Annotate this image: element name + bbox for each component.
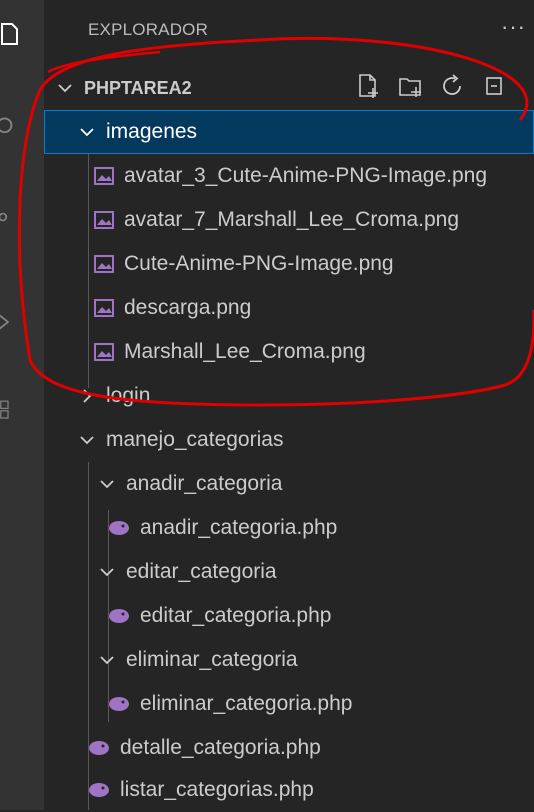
chevron-down-icon bbox=[100, 568, 114, 577]
activity-bar bbox=[0, 0, 44, 810]
folder-imagenes[interactable]: imagenes bbox=[44, 110, 534, 154]
file-item[interactable]: Marshall_Lee_Croma.png bbox=[44, 330, 534, 374]
file-item[interactable]: avatar_3_Cute-Anime-PNG-Image.png bbox=[44, 154, 534, 198]
file-item[interactable]: anadir_categoria.php bbox=[44, 506, 534, 550]
php-file-icon bbox=[89, 783, 109, 797]
collapse-all-icon[interactable] bbox=[482, 72, 508, 100]
extensions-icon[interactable] bbox=[0, 400, 20, 424]
chevron-down-icon bbox=[80, 128, 94, 137]
file-label: avatar_3_Cute-Anime-PNG-Image.png bbox=[124, 164, 488, 187]
image-file-icon bbox=[94, 211, 114, 229]
file-label: descarga.png bbox=[124, 296, 252, 319]
chevron-down-icon bbox=[80, 436, 94, 445]
folder-editar-categoria[interactable]: editar_categoria bbox=[44, 550, 534, 594]
new-file-icon[interactable] bbox=[356, 72, 382, 100]
php-file-icon bbox=[109, 697, 129, 711]
run-debug-icon[interactable] bbox=[0, 310, 20, 334]
php-file-icon bbox=[89, 741, 109, 755]
file-label: detalle_categoria.php bbox=[120, 736, 321, 759]
explorer-actions bbox=[356, 72, 508, 100]
search-icon[interactable] bbox=[0, 115, 20, 139]
explorer-title: EXPLORADOR bbox=[88, 20, 209, 39]
php-file-icon bbox=[109, 521, 129, 535]
file-label: eliminar_categoria.php bbox=[140, 692, 353, 715]
folder-label: manejo_categorias bbox=[106, 428, 284, 451]
folder-login[interactable]: login bbox=[44, 374, 534, 418]
folder-label: imagenes bbox=[106, 120, 198, 143]
file-item[interactable]: detalle_categoria.php bbox=[44, 726, 534, 770]
more-actions-button[interactable]: ··· bbox=[501, 14, 526, 40]
file-label: editar_categoria.php bbox=[140, 604, 332, 627]
image-file-icon bbox=[94, 299, 114, 317]
file-item[interactable]: eliminar_categoria.php bbox=[44, 682, 534, 726]
file-label: Marshall_Lee_Croma.png bbox=[124, 340, 366, 363]
explorer-header: EXPLORADOR ··· bbox=[44, 0, 534, 64]
file-label: avatar_7_Marshall_Lee_Croma.png bbox=[124, 208, 460, 231]
chevron-right-icon bbox=[83, 389, 92, 403]
image-file-icon bbox=[94, 167, 114, 185]
chevron-down-icon bbox=[58, 84, 72, 93]
image-file-icon bbox=[94, 255, 114, 273]
files-icon[interactable] bbox=[0, 22, 24, 46]
new-folder-icon[interactable] bbox=[398, 72, 424, 100]
file-item[interactable]: avatar_7_Marshall_Lee_Croma.png bbox=[44, 198, 534, 242]
file-label: listar_categorias.php bbox=[120, 778, 314, 801]
project-name: PHPTAREA2 bbox=[84, 77, 192, 98]
folder-label: anadir_categoria bbox=[126, 472, 283, 495]
folder-anadir-categoria[interactable]: anadir_categoria bbox=[44, 462, 534, 506]
project-root-folder[interactable]: PHPTAREA2 bbox=[44, 66, 534, 110]
source-control-icon[interactable] bbox=[0, 205, 20, 229]
folder-label: login bbox=[106, 384, 151, 407]
file-item[interactable]: listar_categorias.php bbox=[44, 768, 534, 812]
file-label: anadir_categoria.php bbox=[140, 516, 338, 539]
folder-eliminar-categoria[interactable]: eliminar_categoria bbox=[44, 638, 534, 682]
file-item[interactable]: Cute-Anime-PNG-Image.png bbox=[44, 242, 534, 286]
folder-manejo-categorias[interactable]: manejo_categorias bbox=[44, 418, 534, 462]
chevron-down-icon bbox=[100, 480, 114, 489]
explorer-sidebar: EXPLORADOR ··· PHPTAREA2 imagenes avatar… bbox=[44, 0, 534, 810]
refresh-icon[interactable] bbox=[440, 72, 466, 100]
file-item[interactable]: descarga.png bbox=[44, 286, 534, 330]
file-item[interactable]: editar_categoria.php bbox=[44, 594, 534, 638]
php-file-icon bbox=[109, 609, 129, 623]
file-label: Cute-Anime-PNG-Image.png bbox=[124, 252, 394, 275]
folder-label: eliminar_categoria bbox=[126, 648, 298, 671]
folder-label: editar_categoria bbox=[126, 560, 277, 583]
chevron-down-icon bbox=[100, 656, 114, 665]
image-file-icon bbox=[94, 343, 114, 361]
